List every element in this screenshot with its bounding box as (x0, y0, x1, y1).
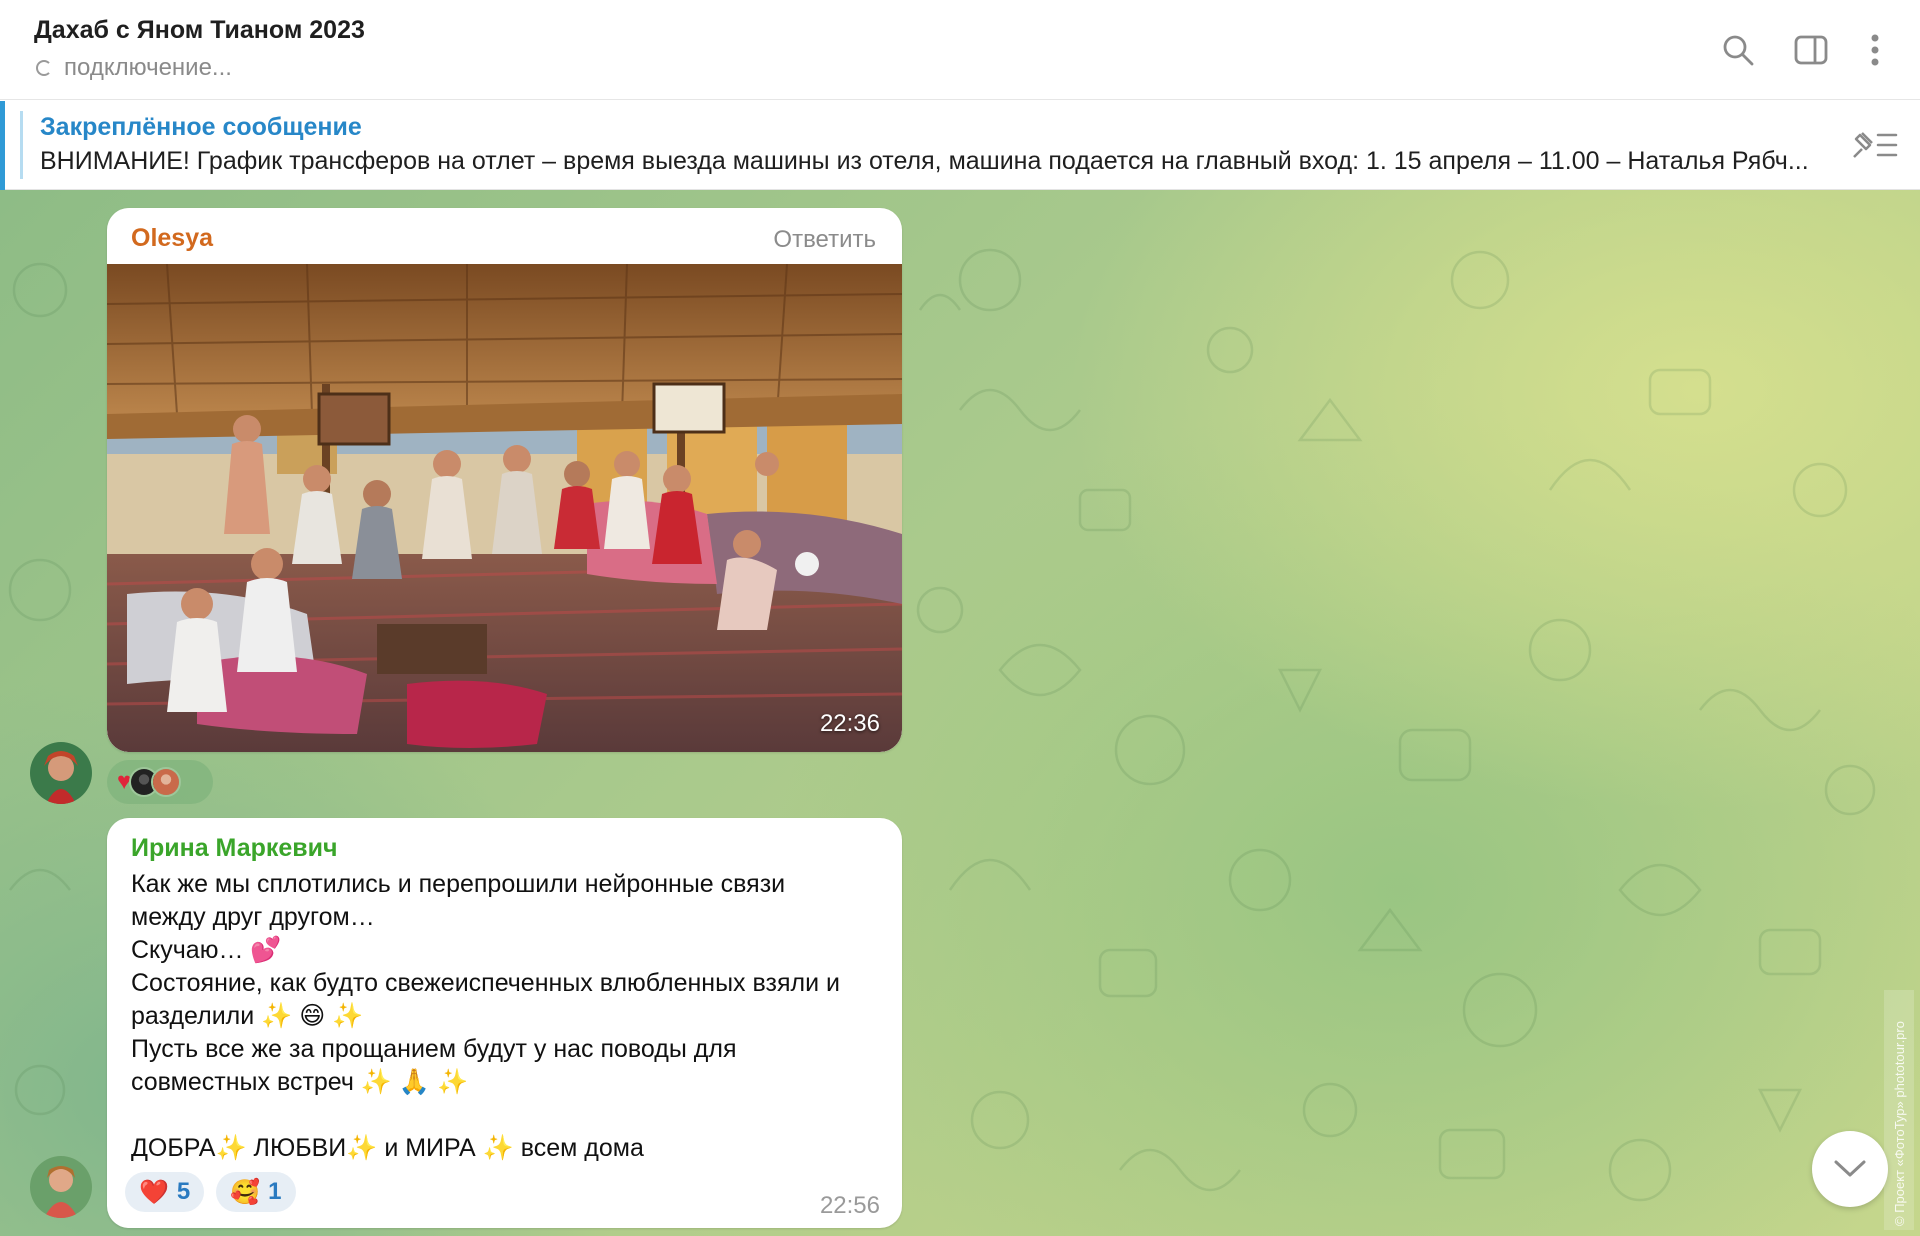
message-line: Скучаю… 💕 (131, 936, 282, 964)
message-line (131, 1099, 871, 1132)
scroll-to-bottom-button[interactable] (1812, 1131, 1888, 1207)
message-line: Как же мы сплотились и перепрошили нейро… (131, 870, 786, 898)
reply-button[interactable]: Ответить (773, 226, 876, 254)
message-line: Пусть все же за прощанием будут у нас по… (131, 1035, 737, 1063)
sidebar-toggle-icon[interactable] (1791, 30, 1831, 70)
beach-hut-photo (107, 264, 902, 752)
message-line: Состояние, как будто свежеиспеченных влю… (131, 969, 840, 997)
reaction-heart[interactable]: ❤️ 5 (125, 1172, 205, 1212)
sender-name[interactable]: Olesya (131, 224, 213, 253)
message-photo[interactable]: Olesya Ответить 22:36 (107, 208, 902, 752)
message-line: разделили ✨ 😄 ✨ (131, 1002, 364, 1030)
chat-title[interactable]: Дахаб с Яном Тианом 2023 (34, 16, 365, 45)
reaction-row: ❤️ 5 🥰 1 (125, 1172, 296, 1212)
message-timestamp: 22:56 (819, 1192, 880, 1219)
watermark-text: © Проект «ФотоТур» phototour.pro (1892, 1021, 1907, 1226)
avatar-olesya[interactable] (30, 742, 92, 804)
message-line: совместных встреч ✨ 🙏 ✨ (131, 1068, 469, 1096)
more-vertical-icon[interactable] (1855, 30, 1895, 70)
loading-spinner-icon (36, 60, 52, 76)
heart-reaction-icon: ❤️ (139, 1178, 169, 1206)
message-text[interactable]: Ирина Маркевич Как же мы сплотились и пе… (107, 818, 902, 1228)
search-icon[interactable] (1718, 30, 1758, 70)
pinned-message-bar[interactable]: Закреплённое сообщение ВНИМАНИЕ! График … (0, 101, 1920, 190)
reactor-avatar (151, 767, 182, 797)
photo-timestamp: 22:36 (819, 710, 880, 737)
sender-name[interactable]: Ирина Маркевич (131, 834, 338, 863)
pinned-text: ВНИМАНИЕ! График трансферов на отлет – в… (40, 147, 1809, 175)
connection-status-text: подключение... (64, 54, 232, 81)
message-line: ДОБРА✨ ЛЮБВИ✨ и МИРА ✨ всем дома (131, 1134, 644, 1162)
chevron-down-icon (1834, 1160, 1866, 1177)
group-photo[interactable]: 22:36 (107, 264, 902, 752)
pinned-indicator (20, 111, 23, 179)
telegram-window: Дахаб с Яном Тианом 2023 подключение... … (0, 0, 1920, 1236)
reaction-count: 5 (176, 1178, 191, 1205)
photo-reactions[interactable]: ♥ (107, 760, 213, 804)
pin-list-icon[interactable] (1848, 127, 1900, 163)
reaction-smiling-hearts[interactable]: 🥰 1 (216, 1172, 296, 1212)
watermark: © Проект «ФотоТур» phototour.pro (1884, 990, 1914, 1230)
chat-header: Дахаб с Яном Тианом 2023 подключение... (0, 0, 1920, 100)
smiling-hearts-reaction-icon: 🥰 (230, 1178, 261, 1206)
reaction-count: 1 (268, 1178, 282, 1205)
connection-status: подключение... (36, 54, 232, 82)
message-line: между друг другом… (131, 903, 375, 931)
pinned-title: Закреплённое сообщение (40, 113, 362, 141)
avatar-irina[interactable] (30, 1156, 92, 1218)
message-body: Как же мы сплотились и перепрошили нейро… (131, 868, 871, 1165)
pinned-accent-bar (0, 101, 5, 190)
